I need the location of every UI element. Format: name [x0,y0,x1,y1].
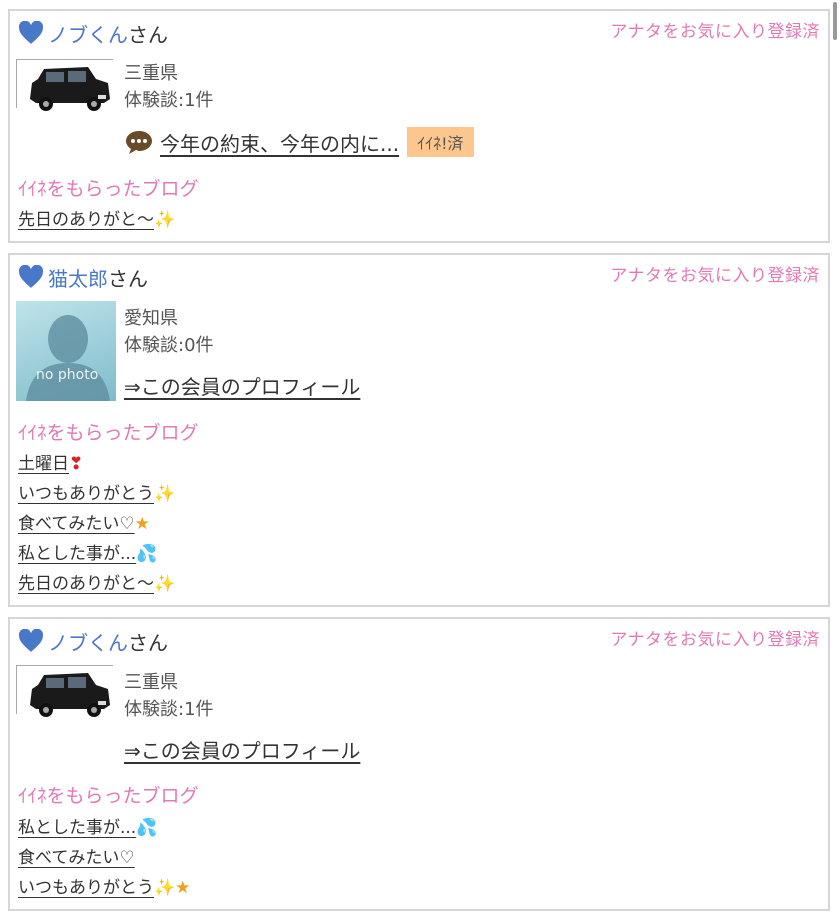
favorite-status: アナタをお気に入り登録済 [610,22,820,42]
member-info: 三重県 体験談:1件 [124,669,214,723]
member-card: 猫太郎 さん アナタをお気に入り登録済 no photo 愛知県 体験談:0件 … [8,253,830,607]
username-link[interactable]: ノブくん [48,19,128,48]
avatar[interactable] [16,59,116,159]
heart-icon [18,629,44,652]
avatar[interactable] [16,665,116,765]
blog-list: 土曜日❣ いつもありがとう✨ 食べてみたい♡★ 私とした事が...💦 先日のあり… [18,449,175,599]
silhouette-icon [26,315,110,401]
blog-section-title: ｲｲﾈをもらったブログ [18,422,199,444]
review-count: 体験談:1件 [124,699,214,720]
member-card: ノブくん さん アナタをお気に入り登録済 三重県 体験談:1件 ⇒この会員のプロ… [8,617,830,911]
location: 愛知県 [124,308,178,329]
favorite-status: アナタをお気に入り登録済 [610,266,820,286]
location: 三重県 [124,63,178,84]
car-photo [30,67,110,111]
latest-comment: 今年の約束、今年の内に... ｲｲﾈ!済 [124,127,474,157]
blog-list: 先日のありがと〜✨ [18,205,175,235]
speech-bubble-icon [126,131,152,154]
sweat-drops-icon: 💦 [136,544,158,564]
profile-link[interactable]: ⇒この会員のプロフィール [124,735,360,764]
card-header: 猫太郎 さん [18,263,148,291]
blog-link[interactable]: 先日のありがと〜✨ [18,205,175,235]
heart-icon [18,21,44,44]
comment-link[interactable]: 今年の約束、今年の内に... [160,128,399,157]
san-suffix: さん [108,266,148,291]
blog-link[interactable]: いつもありがとう✨★ [18,873,190,903]
exclamation-icon: ❣ [69,454,84,474]
blog-section-title: ｲｲﾈをもらったブログ [18,785,199,807]
username-link[interactable]: ノブくん [48,627,128,656]
scrollbar[interactable] [833,2,837,40]
blog-link[interactable]: いつもありがとう✨ [18,479,175,509]
star-icon: ★ [134,514,150,534]
member-info: 愛知県 体験談:0件 [124,305,214,359]
card-header: ノブくん さん [18,627,168,655]
sweat-drops-icon: 💦 [136,818,158,838]
sparkles-icon: ✨ [154,210,176,230]
san-suffix: さん [128,630,168,655]
iine-done-badge: ｲｲﾈ!済 [407,127,474,157]
blog-link[interactable]: 私とした事が...💦 [18,813,190,843]
car-photo [30,673,110,717]
blog-link[interactable]: 食べてみたい♡ [18,843,190,873]
member-info: 三重県 体験談:1件 [124,60,214,114]
blog-link[interactable]: 先日のありがと〜✨ [18,569,175,599]
avatar[interactable]: no photo [16,301,116,401]
location: 三重県 [124,672,178,693]
card-header: ノブくん さん [18,19,168,47]
sparkles-icon: ✨ [154,574,176,594]
blog-link[interactable]: 食べてみたい♡★ [18,509,175,539]
no-photo-label: no photo [36,367,99,383]
favorite-status: アナタをお気に入り登録済 [610,630,820,650]
star-icon: ★ [175,878,191,898]
review-count: 体験談:1件 [124,90,214,111]
heart-icon [18,265,44,288]
member-card: ノブくん さん アナタをお気に入り登録済 三重県 体験談:1件 今年の約束、今年… [8,9,830,243]
blog-link[interactable]: 私とした事が...💦 [18,539,175,569]
sparkles-icon: ✨ [154,878,176,898]
username-link[interactable]: 猫太郎 [48,263,108,292]
blog-section-title: ｲｲﾈをもらったブログ [18,178,199,200]
san-suffix: さん [128,22,168,47]
sparkles-icon: ✨ [154,484,176,504]
blog-list: 私とした事が...💦 食べてみたい♡ いつもありがとう✨★ [18,813,190,903]
review-count: 体験談:0件 [124,335,214,356]
profile-link[interactable]: ⇒この会員のプロフィール [124,371,360,400]
blog-link[interactable]: 土曜日❣ [18,449,175,479]
